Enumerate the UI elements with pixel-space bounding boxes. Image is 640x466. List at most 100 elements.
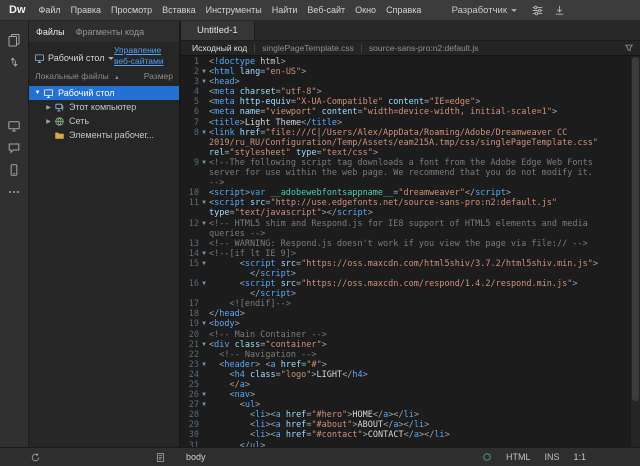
scrollbar-thumb[interactable]	[632, 57, 639, 401]
lint-status-icon[interactable]	[482, 452, 492, 462]
file-management-icon[interactable]	[4, 52, 24, 72]
code-line[interactable]: 17 <![endif]-->	[181, 299, 630, 309]
code-line[interactable]: 28 <li><a href="#hero">HOME</a></li>	[181, 410, 630, 420]
code-line[interactable]: 29 <li><a href="#about">ABOUT</a></li>	[181, 420, 630, 430]
related-file[interactable]: singlePageTemplate.css	[255, 43, 361, 53]
code-line[interactable]: 7<title>Light Theme</title>	[181, 118, 630, 128]
vertical-scrollbar[interactable]	[630, 56, 640, 447]
workspace-switcher[interactable]: Разработчик	[452, 5, 517, 16]
code-line[interactable]: 14▼<!--[if lt IE 9]>	[181, 249, 630, 259]
expand-icon[interactable]: ▶	[44, 104, 53, 111]
code-line[interactable]: 10<script>var __adobewebfontsappname__="…	[181, 188, 630, 198]
code-line[interactable]: 16▼ <script src="https://oss.maxcdn.com/…	[181, 279, 630, 289]
menu-item[interactable]: Окно	[350, 0, 381, 20]
tree-item[interactable]: ▼Рабочий стол	[29, 86, 179, 100]
code-line[interactable]: 25 </a>	[181, 380, 630, 390]
code-view[interactable]: 1<!doctype html>2▼<html lang="en-US">3▼<…	[181, 56, 630, 447]
menu-item[interactable]: Справка	[381, 0, 426, 20]
device-preview-icon[interactable]	[4, 160, 24, 180]
tree-item[interactable]: ▶Этот компьютер	[29, 100, 179, 114]
comments-icon[interactable]	[4, 138, 24, 158]
code-line[interactable]: 18</head>	[181, 309, 630, 319]
menu-item[interactable]: Найти	[267, 0, 303, 20]
expand-icon[interactable]: ▶	[44, 118, 53, 125]
doctype-label[interactable]: HTML	[506, 452, 531, 462]
code-line[interactable]: 2019/ru_RU/Configuration/Temp/Assets/eam…	[181, 138, 630, 148]
code-line[interactable]: 23▼ <header> <a href="#">	[181, 360, 630, 370]
code-fold-icon[interactable]: ▼	[199, 319, 209, 329]
code-fold-icon[interactable]: ▼	[199, 400, 209, 410]
code-line[interactable]: queries -->	[181, 229, 630, 239]
menu-item[interactable]: Просмотр	[106, 0, 157, 20]
code-line[interactable]: 30 <li><a href="#contact">CONTACT</a></l…	[181, 430, 630, 440]
panel-tab[interactable]: Файлы	[36, 27, 65, 37]
tree-item[interactable]: Элементы рабочег...	[29, 128, 179, 142]
documents-icon[interactable]	[4, 30, 24, 50]
code-fold-icon[interactable]: ▼	[199, 219, 209, 229]
code-line[interactable]: 5<meta http-equiv="X-UA-Compatible" cont…	[181, 97, 630, 107]
menu-item[interactable]: Инструменты	[201, 0, 267, 20]
code-line[interactable]: 1<!doctype html>	[181, 57, 630, 67]
code-line[interactable]: 6<meta name="viewport" content="width=de…	[181, 107, 630, 117]
code-line[interactable]: 15▼ <script src="https://oss.maxcdn.com/…	[181, 259, 630, 269]
code-text: <!-- Navigation -->	[209, 350, 630, 360]
code-line[interactable]: 3▼<head>	[181, 77, 630, 87]
code-line[interactable]: 2▼<html lang="en-US">	[181, 67, 630, 77]
code-line[interactable]: 4<meta charset="utf-8">	[181, 87, 630, 97]
collapse-icon[interactable]: ▼	[33, 90, 42, 96]
code-line[interactable]: 26▼ <nav>	[181, 390, 630, 400]
code-line[interactable]: server for use within the web page. We r…	[181, 168, 630, 178]
more-options-icon[interactable]	[4, 182, 24, 202]
line-number	[181, 178, 199, 188]
live-preview-icon[interactable]	[4, 116, 24, 136]
chevron-down-icon	[108, 57, 114, 60]
document-tab[interactable]: Untitled-1	[181, 21, 255, 40]
code-fold-icon[interactable]: ▼	[199, 340, 209, 350]
download-icon[interactable]	[553, 4, 566, 17]
code-line[interactable]: -->	[181, 178, 630, 188]
related-file[interactable]: Исходный код	[185, 43, 254, 53]
code-line[interactable]: 11▼<script src="http://use.edgefonts.net…	[181, 198, 630, 208]
code-fold-icon[interactable]: ▼	[199, 279, 209, 289]
settings-sliders-icon[interactable]	[531, 4, 544, 17]
tag-selector-body[interactable]: body	[186, 452, 206, 462]
code-line[interactable]: 27▼ <ul>	[181, 400, 630, 410]
code-line[interactable]: 9▼<!--The following script tag downloads…	[181, 158, 630, 168]
code-fold-icon[interactable]: ▼	[199, 67, 209, 77]
menu-item[interactable]: Вставка	[157, 0, 200, 20]
code-line[interactable]: rel="stylesheet" type="text/css">	[181, 148, 630, 158]
code-fold-icon[interactable]: ▼	[199, 390, 209, 400]
code-fold-icon[interactable]: ▼	[199, 128, 209, 138]
code-line[interactable]: 8▼<link href="file:///C|/Users/Alex/AppD…	[181, 128, 630, 138]
refresh-icon[interactable]	[30, 452, 41, 463]
line-number: 27	[181, 400, 199, 410]
related-file[interactable]: source-sans-pro:n2:default.js	[362, 43, 486, 53]
code-fold-icon[interactable]: ▼	[199, 259, 209, 269]
panel-tab[interactable]: Фрагменты кода	[76, 27, 145, 37]
code-fold-icon[interactable]: ▼	[199, 360, 209, 370]
menu-item[interactable]: Веб-сайт	[302, 0, 350, 20]
code-line[interactable]: 12▼<!-- HTML5 shim and Respond.js for IE…	[181, 219, 630, 229]
column-local-files[interactable]: Локальные файлы ▲	[35, 71, 120, 81]
code-line[interactable]: 21▼<div class="container">	[181, 340, 630, 350]
column-size[interactable]: Размер	[144, 71, 173, 81]
filter-icon[interactable]	[624, 43, 634, 53]
code-fold-icon[interactable]: ▼	[199, 77, 209, 87]
tree-item[interactable]: ▶Сеть	[29, 114, 179, 128]
code-line[interactable]: 20<!-- Main Container -->	[181, 330, 630, 340]
log-icon[interactable]	[155, 452, 166, 463]
code-line[interactable]: </script>	[181, 269, 630, 279]
code-line[interactable]: 22 <!-- Navigation -->	[181, 350, 630, 360]
code-line[interactable]: 13<!-- WARNING: Respond.js doesn't work …	[181, 239, 630, 249]
menu-item[interactable]: Файл	[34, 0, 66, 20]
code-line[interactable]: </script>	[181, 289, 630, 299]
site-selector[interactable]: Рабочий стол	[34, 49, 114, 67]
code-line[interactable]: 19▼<body>	[181, 319, 630, 329]
manage-sites-link[interactable]: Управление веб-сайтами	[114, 45, 176, 67]
code-fold-icon[interactable]: ▼	[199, 249, 209, 259]
code-fold-icon[interactable]: ▼	[199, 198, 209, 208]
code-line[interactable]: 24 <h4 class="logo">LIGHT</h4>	[181, 370, 630, 380]
menu-item[interactable]: Правка	[66, 0, 106, 20]
code-line[interactable]: type="text/javascript"></script>	[181, 208, 630, 218]
code-fold-icon[interactable]: ▼	[199, 158, 209, 168]
